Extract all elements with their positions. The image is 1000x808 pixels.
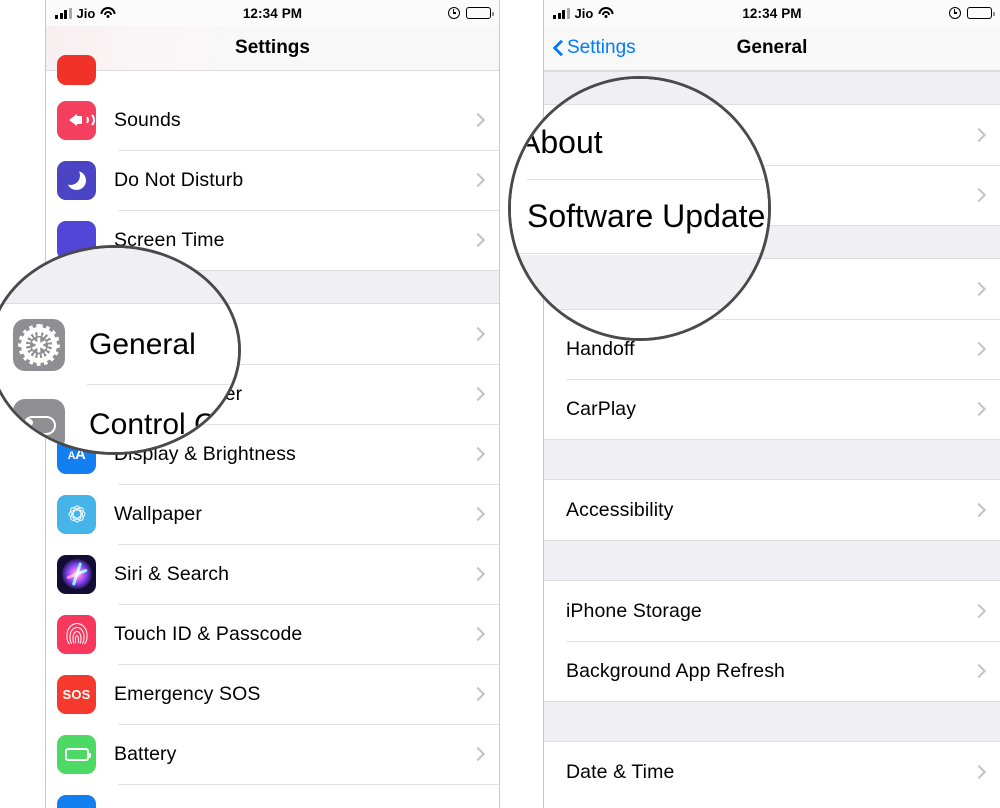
magnifier-row-software-update[interactable]: Software Update <box>511 180 768 253</box>
chevron-right-icon <box>470 446 486 462</box>
wallpaper-flower-icon <box>57 494 96 534</box>
magnifier-general: General Control Center <box>0 245 241 455</box>
toggle-icon <box>13 399 65 451</box>
chevron-left-icon <box>553 39 564 58</box>
privacy-icon <box>57 794 96 808</box>
magnifier-row-control-center[interactable]: Control Center <box>0 385 238 452</box>
list-item-carplay[interactable]: CarPlay <box>544 379 1000 439</box>
list-item-accessibility[interactable]: Accessibility <box>544 480 1000 540</box>
nav-bar-settings: Settings <box>46 26 499 71</box>
chevron-right-icon <box>470 746 486 762</box>
list-item-privacy-partial[interactable] <box>46 784 499 808</box>
chevron-right-icon <box>470 386 486 402</box>
list-item-label: Emergency SOS <box>114 682 261 705</box>
chevron-right-icon <box>971 603 987 619</box>
chevron-right-icon <box>470 112 486 128</box>
section-gap <box>544 439 1000 480</box>
status-bar-right-group <box>448 7 494 19</box>
list-item-battery[interactable]: Battery <box>46 724 499 784</box>
chevron-right-icon <box>470 172 486 188</box>
list-item-label: CarPlay <box>566 397 637 420</box>
chevron-right-icon <box>971 401 987 417</box>
wifi-icon <box>100 7 116 19</box>
status-bar-left: Jio 12:34 PM <box>46 0 499 26</box>
list-item-emergency-sos[interactable]: SOS Emergency SOS <box>46 664 499 724</box>
list-item-wallpaper[interactable]: Wallpaper <box>46 484 499 544</box>
list-item-touch-id-passcode[interactable]: Touch ID & Passcode <box>46 604 499 664</box>
gear-icon <box>13 318 65 371</box>
list-item-date-time[interactable]: Date & Time <box>544 742 1000 802</box>
cellular-bars-icon <box>55 7 72 19</box>
list-item-label: Accessibility <box>566 498 674 521</box>
magnifier-label-about: About <box>519 124 603 160</box>
chevron-right-icon <box>971 281 987 297</box>
chevron-right-icon <box>470 566 486 582</box>
siri-icon <box>57 554 96 594</box>
notifications-icon-partial <box>57 55 96 85</box>
page-title: Settings <box>235 37 310 58</box>
section-gap <box>544 701 1000 742</box>
list-item-do-not-disturb[interactable]: Do Not Disturb <box>46 150 499 210</box>
chevron-right-icon <box>470 626 486 642</box>
magnifier-software-update: About Software Update A <box>508 76 771 341</box>
list-item-label: Wallpaper <box>114 502 202 525</box>
chevron-right-icon <box>971 663 987 679</box>
list-item-label: Siri & Search <box>114 562 230 585</box>
screenshot-stage: Jio 12:34 PM Settings Sounds Do Not Dist… <box>0 0 1000 808</box>
chevron-right-icon <box>470 686 486 702</box>
magnifier-section-gap-top <box>511 79 768 105</box>
list-item-sounds[interactable]: Sounds <box>46 90 499 150</box>
moon-icon <box>57 160 96 200</box>
chevron-right-icon <box>971 127 987 143</box>
magnifier-label-general: General <box>89 327 196 361</box>
alarm-clock-icon <box>949 7 961 19</box>
magnifier-label-software-update: Software Update <box>527 198 766 234</box>
battery-full-icon <box>466 7 494 19</box>
status-bar-right-group <box>949 7 995 19</box>
chevron-right-icon <box>971 502 987 518</box>
chevron-right-icon <box>971 187 987 203</box>
list-item-label: Do Not Disturb <box>114 168 244 191</box>
magnifier-section-gap-bottom <box>511 255 768 310</box>
list-item-label: Touch ID & Passcode <box>114 622 303 645</box>
magnifier-label-partial: A <box>541 314 562 341</box>
battery-full-icon <box>967 7 995 19</box>
status-bar-left-group: Jio <box>553 5 614 21</box>
back-button-label: Settings <box>567 37 636 58</box>
cellular-bars-icon <box>553 7 570 19</box>
carrier-label: Jio <box>574 5 594 21</box>
chevron-right-icon <box>470 506 486 522</box>
list-item-iphone-storage[interactable]: iPhone Storage <box>544 581 1000 641</box>
list-item-label: Background App Refresh <box>566 659 786 682</box>
list-item-label: Sounds <box>114 108 181 131</box>
chevron-right-icon <box>971 764 987 780</box>
chevron-right-icon <box>971 341 987 357</box>
chevron-right-icon <box>470 232 486 248</box>
wifi-icon <box>598 7 614 19</box>
section-gap <box>544 540 1000 581</box>
battery-icon <box>57 734 96 774</box>
nav-bar-general: Settings General <box>544 26 1000 71</box>
sounds-icon <box>57 100 96 140</box>
back-button[interactable]: Settings <box>544 37 636 59</box>
list-item-label: Handoff <box>566 337 635 360</box>
carrier-label: Jio <box>76 5 96 21</box>
status-bar-left-group: Jio <box>55 5 116 21</box>
chevron-right-icon <box>470 326 486 342</box>
magnifier-section-gap <box>0 248 238 304</box>
list-item-background-app-refresh[interactable]: Background App Refresh <box>544 641 1000 701</box>
magnifier-row-about[interactable]: About <box>511 106 768 179</box>
list-item-label: Date & Time <box>566 760 675 783</box>
list-item-siri-search[interactable]: Siri & Search <box>46 544 499 604</box>
magnifier-row-general[interactable]: General <box>0 305 238 384</box>
fingerprint-icon <box>57 614 96 654</box>
alarm-clock-icon <box>448 7 460 19</box>
list-top-spacer <box>46 71 499 90</box>
list-item-label: iPhone Storage <box>566 599 702 622</box>
status-bar-right: Jio 12:34 PM <box>544 0 1000 26</box>
magnifier-row-airdrop-partial[interactable]: A <box>511 311 768 341</box>
list-item-label: Battery <box>114 742 177 765</box>
magnifier-label-control-center: Control Center <box>89 408 238 441</box>
sos-icon: SOS <box>57 674 96 714</box>
